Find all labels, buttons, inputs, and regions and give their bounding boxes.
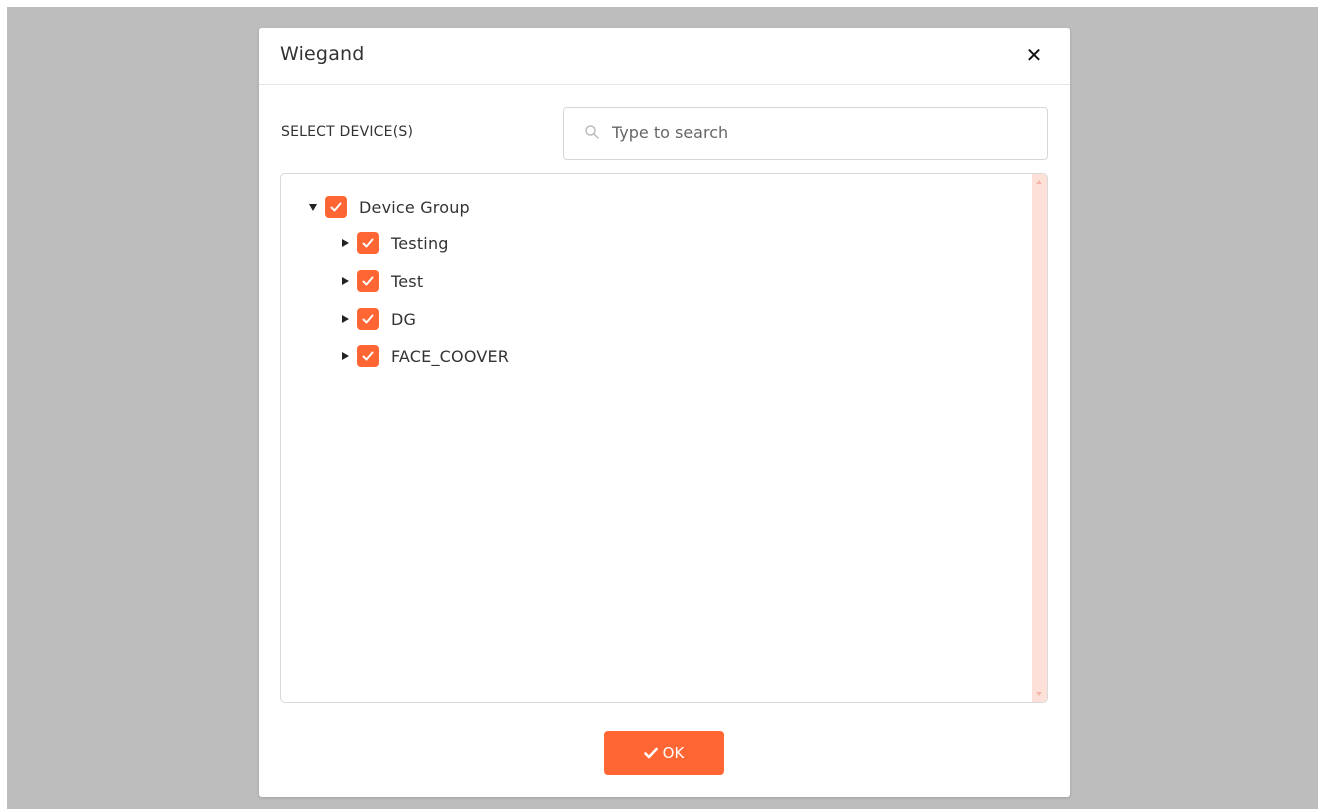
scroll-down-icon[interactable] (1036, 692, 1042, 696)
scroll-up-icon[interactable] (1036, 180, 1042, 184)
checkbox-dg[interactable] (357, 308, 379, 330)
tree-node-label: Device Group (359, 197, 470, 217)
dialog-title: Wiegand (280, 43, 365, 65)
expand-toggle[interactable] (337, 273, 353, 289)
caret-right-icon (341, 315, 349, 323)
checkmark-icon (362, 314, 374, 324)
close-icon: ✕ (1025, 43, 1043, 67)
dialog-header: Wiegand ✕ (259, 28, 1070, 85)
tree-node-label: FACE_COOVER (391, 346, 510, 366)
close-button[interactable]: ✕ (1023, 43, 1045, 67)
expand-toggle[interactable] (337, 348, 353, 364)
tree-node-dg[interactable]: DG (337, 307, 416, 331)
tree-node-label: DG (391, 309, 417, 329)
checkmark-icon (362, 238, 374, 248)
checkbox-testing[interactable] (357, 232, 379, 254)
expand-toggle[interactable] (337, 311, 353, 327)
search-input[interactable] (612, 108, 1032, 157)
checkmark-icon (330, 202, 342, 212)
tree-node-test[interactable]: Test (337, 269, 423, 293)
caret-right-icon (341, 277, 349, 285)
caret-down-icon (309, 203, 317, 211)
tree-node-face-coover[interactable]: FACE_COOVER (337, 344, 509, 368)
vertical-scrollbar[interactable] (1032, 174, 1047, 702)
checkbox-face-coover[interactable] (357, 345, 379, 367)
checkbox-device-group[interactable] (325, 196, 347, 218)
tree-node-label: Test (391, 271, 424, 291)
checkmark-icon (362, 276, 374, 286)
collapse-toggle[interactable] (305, 199, 321, 215)
caret-right-icon (341, 239, 349, 247)
checkbox-test[interactable] (357, 270, 379, 292)
expand-toggle[interactable] (337, 235, 353, 251)
tree-node-device-group[interactable]: Device Group (305, 195, 470, 219)
device-tree[interactable]: Device Group Testing Test DG FACE_COOVER (280, 173, 1048, 703)
checkmark-icon (362, 351, 374, 361)
caret-right-icon (341, 352, 349, 360)
ok-button-label: OK (662, 744, 685, 762)
search-icon (585, 125, 599, 139)
select-devices-label: SELECT DEVICE(S) (281, 124, 414, 140)
check-icon (643, 747, 658, 759)
ok-button[interactable]: OK (604, 731, 724, 775)
wiegand-dialog: Wiegand ✕ SELECT DEVICE(S) Device Group (259, 28, 1070, 797)
tree-node-testing[interactable]: Testing (337, 231, 449, 255)
search-box[interactable] (563, 107, 1048, 160)
tree-node-label: Testing (391, 233, 449, 253)
